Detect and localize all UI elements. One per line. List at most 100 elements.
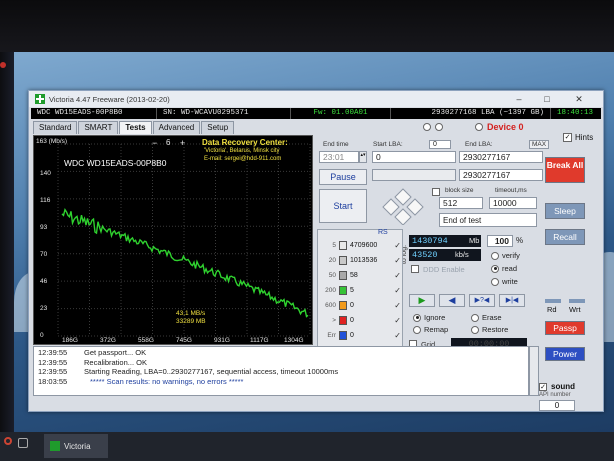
end-lba-field[interactable]: 2930277167 — [459, 151, 543, 163]
rs-count: 0 — [350, 316, 354, 324]
seek-checkbox[interactable] — [432, 188, 440, 196]
log-scrollbar[interactable] — [529, 346, 539, 396]
wrt-label: Wrt — [569, 305, 581, 314]
act-remap-radio[interactable]: Remap — [413, 325, 448, 334]
rs-checkbox[interactable]: ✓ — [394, 241, 401, 250]
rs-stat-row: 20 1013536 ✓ — [320, 253, 401, 267]
back-button[interactable]: ◀ — [439, 294, 465, 307]
start-button-icon[interactable] — [4, 437, 12, 445]
mode-write-label: write — [502, 277, 518, 286]
start-button[interactable]: Start — [319, 189, 367, 223]
hints-checkbox[interactable]: ✓ — [563, 133, 572, 142]
tab-tests[interactable]: Tests — [119, 121, 152, 134]
block-size-select[interactable]: 512 — [439, 197, 483, 209]
block-size-label: block size — [445, 187, 474, 194]
app-icon — [35, 94, 45, 104]
rs-count: 4709600 — [350, 241, 378, 249]
drive-firmware: Fw: 01.00A01 — [291, 108, 391, 119]
pause-button[interactable]: Pause — [319, 169, 367, 185]
task-view-icon[interactable] — [18, 438, 28, 448]
maximize-button[interactable]: □ — [537, 92, 557, 106]
x-tick: 372G — [100, 337, 116, 344]
rs-count: 0 — [350, 331, 354, 339]
end-lba-max-button[interactable]: MAX — [529, 140, 550, 149]
start-lba-small-field[interactable]: 0 — [429, 140, 451, 149]
sound-label: sound — [551, 382, 575, 391]
power-button[interactable]: Power — [545, 347, 585, 361]
mode-write-radio[interactable]: write — [491, 277, 518, 286]
seek-up-button — [394, 188, 412, 206]
act-ignore-label: Ignore — [424, 313, 446, 322]
log-row: 12:39:55 Recalibration... OK — [38, 358, 524, 368]
x-tick: 1304G — [284, 337, 304, 344]
y-tick: 0 — [40, 332, 44, 339]
sleep-button[interactable]: Sleep — [545, 203, 585, 219]
percent-unit: % — [516, 236, 524, 245]
rs-stat-row: 200 5 ✓ — [320, 283, 401, 297]
mode-verify-radio[interactable]: verify — [491, 251, 520, 260]
rs-color-swatch — [339, 240, 347, 250]
rs-checkbox[interactable]: ✓ — [394, 316, 401, 325]
radio-dot — [413, 313, 421, 322]
scale-minus-button[interactable]: − — [152, 138, 157, 148]
act-restore-radio[interactable]: Restore — [471, 325, 508, 334]
end-time-label: End time — [323, 141, 349, 148]
skip-button[interactable]: ▶?◀ — [469, 294, 495, 307]
close-button[interactable]: ✕ — [569, 92, 589, 106]
tab-strip: Standard SMART Tests Advanced Setup — [33, 121, 235, 134]
scanned-unit: Mb — [469, 236, 480, 245]
current-position-label: 33289 MB — [176, 318, 206, 325]
current-lba-field[interactable]: 2930277167 — [459, 169, 543, 181]
log-message: Get passport... OK — [84, 348, 147, 357]
end-button[interactable]: ▶|◀ — [499, 294, 525, 307]
act-erase-radio[interactable]: Erase — [471, 313, 502, 322]
break-all-button[interactable]: Break All — [545, 157, 585, 183]
minimize-button[interactable]: – — [509, 92, 529, 106]
end-action-select[interactable]: End of test — [439, 213, 537, 227]
x-tick: 558G — [138, 337, 154, 344]
taskbar-victoria[interactable]: Victoria — [44, 434, 108, 458]
timeout-select[interactable]: 10000 — [489, 197, 537, 209]
hints-label: Hints — [575, 133, 594, 142]
x-tick: 186G — [62, 337, 78, 344]
drive-serial: SN: WD-WCAVU0295371 — [157, 108, 291, 119]
rs-checkbox[interactable]: ✓ — [394, 256, 401, 265]
tab-smart[interactable]: SMART — [78, 121, 119, 134]
rs-checkbox[interactable]: ✓ — [394, 301, 401, 310]
scale-plus-button[interactable]: + — [180, 138, 185, 148]
end-lba-label: End LBA: — [465, 141, 493, 148]
device-radio-c[interactable] — [475, 123, 483, 131]
y-tick: 116 — [40, 197, 51, 204]
timeout-label: timeout,ms — [495, 187, 527, 194]
rs-checkbox[interactable]: ✓ — [394, 331, 401, 340]
mode-read-radio[interactable]: read — [491, 264, 517, 273]
ddd-checkbox[interactable] — [411, 265, 419, 273]
rs-stat-row: 5 4709600 ✓ — [320, 238, 401, 252]
tab-standard[interactable]: Standard — [33, 121, 78, 134]
end-time-spinner[interactable]: ▴▾ — [359, 151, 367, 163]
recall-button[interactable]: Recall — [545, 229, 585, 245]
log-time: 12:39:55 — [38, 357, 68, 367]
end-time-field[interactable]: 23:01 — [319, 151, 359, 163]
current-lba-blank — [372, 169, 456, 181]
api-number-field[interactable]: 0 — [539, 400, 575, 411]
device-radio-b[interactable] — [435, 123, 443, 131]
rs-label: RS — [378, 229, 388, 236]
passp-button[interactable]: Passp — [545, 321, 585, 335]
sound-checkbox[interactable]: ✓ — [539, 383, 547, 391]
rs-color-swatch — [339, 315, 347, 325]
play-button[interactable]: ▶ — [409, 294, 435, 307]
tab-advanced[interactable]: Advanced — [152, 121, 201, 134]
rs-checkbox[interactable]: ✓ — [394, 286, 401, 295]
drc-line2: E-mail: sergei@hdd-911.com — [204, 156, 282, 162]
seek-left-button — [382, 198, 400, 216]
start-lba-field[interactable]: 0 — [372, 151, 456, 163]
act-ignore-radio[interactable]: Ignore — [413, 313, 445, 322]
device-radio-a[interactable] — [423, 123, 431, 131]
rs-threshold: 20 — [328, 256, 336, 264]
monitor-bezel-left — [0, 52, 14, 461]
rs-checkbox[interactable]: ✓ — [394, 271, 401, 280]
tab-setup[interactable]: Setup — [201, 121, 235, 134]
log-row: 18:03:55 ***** Scan results: no warnings,… — [38, 377, 524, 387]
log-row: 12:39:55 Starting Reading, LBA=0..2930277… — [38, 367, 524, 377]
